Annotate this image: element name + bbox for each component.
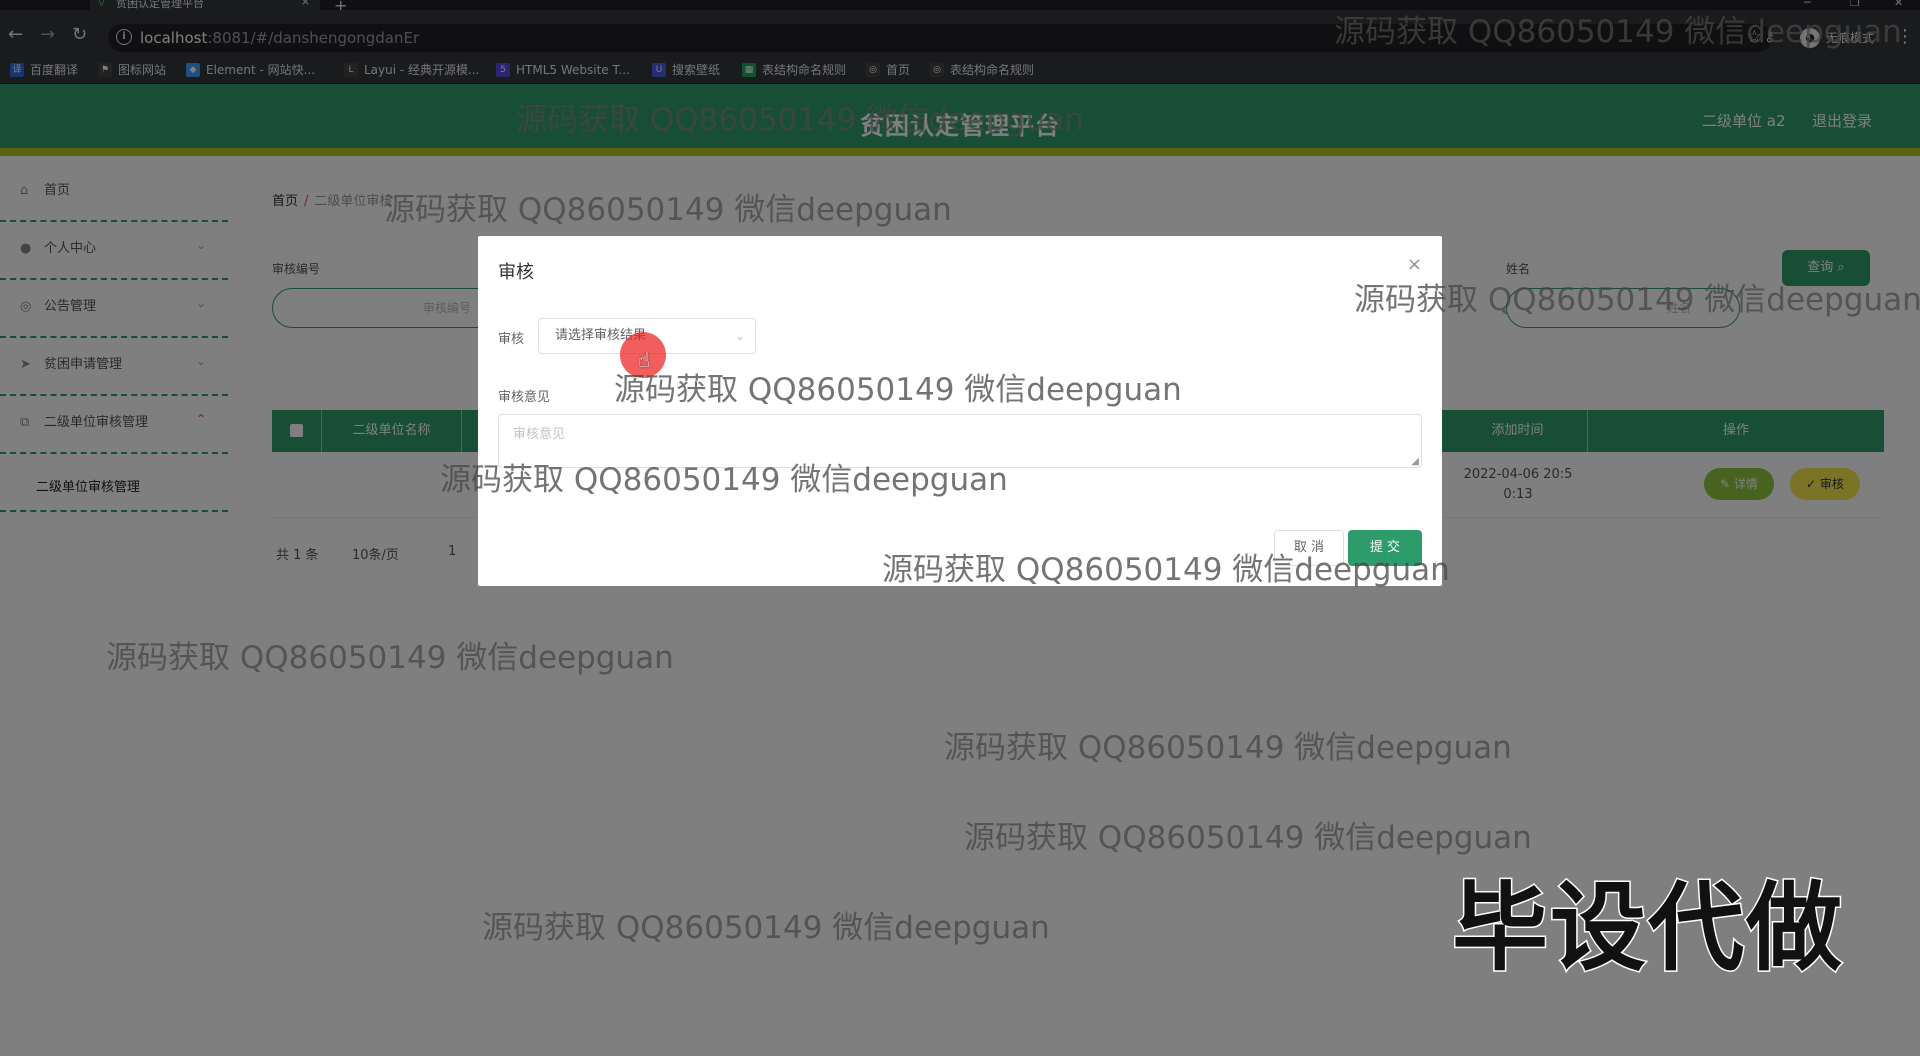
audit-result-label: 审核 [498,332,525,347]
watermark: 源码获取 QQ86050149 微信deepguan [516,102,1084,138]
watermark: 源码获取 QQ86050149 微信deepguan [1334,14,1902,50]
chevron-down-icon: ⌄ [734,329,745,343]
dialog-title: 审核 [498,262,534,283]
close-icon[interactable]: × [1407,254,1422,275]
audit-dialog: 审核 × 审核 请选择审核结果 ⌄ 审核意见 审核意见 ◢ 取 消 提 交 [478,236,1442,586]
audit-opinion-placeholder: 审核意见 [513,427,566,442]
watermark: 源码获取 QQ86050149 微信deepguan [614,372,1182,408]
resize-grip-icon[interactable]: ◢ [1411,457,1419,467]
watermark: 源码获取 QQ86050149 微信deepguan [482,910,1050,946]
watermark: 源码获取 QQ86050149 微信deepguan [882,552,1450,588]
audit-opinion-label: 审核意见 [498,390,551,405]
watermark: 源码获取 QQ86050149 微信deepguan [106,640,674,676]
watermark: 源码获取 QQ86050149 微信deepguan [944,730,1512,766]
watermark: 源码获取 QQ86050149 微信deepguan [440,462,1008,498]
promo-overlay-text: 毕设代做 [1451,871,1844,986]
watermark: 源码获取 QQ86050149 微信deepguan [964,820,1532,856]
watermark: 源码获取 QQ86050149 微信deepguan [384,192,952,228]
watermark: 源码获取 QQ86050149 微信deepguan [1354,282,1920,318]
